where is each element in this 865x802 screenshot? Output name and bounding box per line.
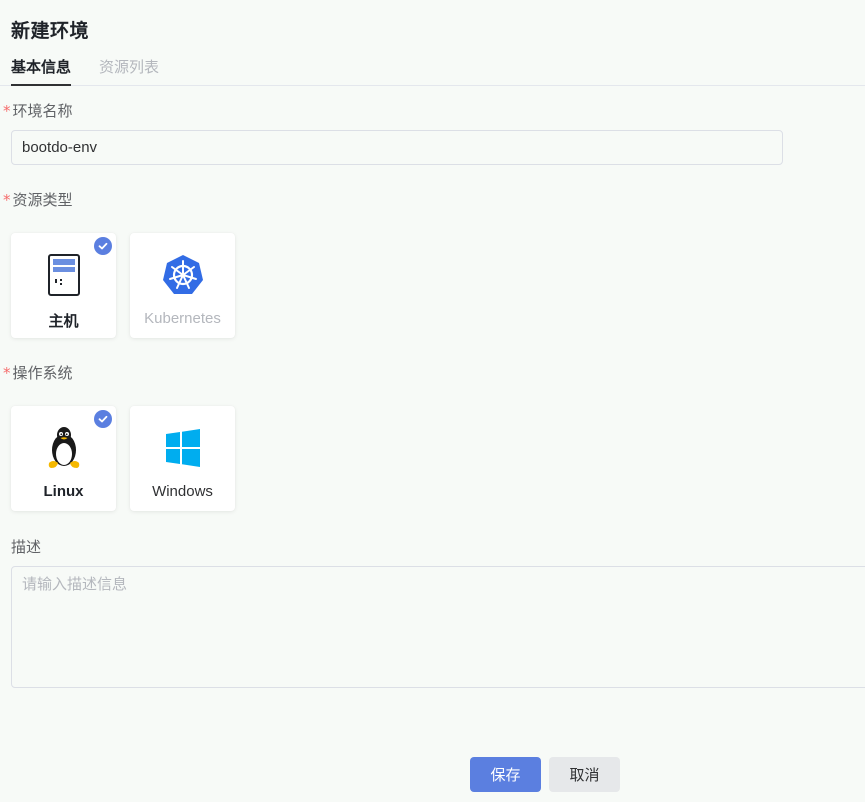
check-icon	[98, 242, 108, 250]
required-mark: *	[3, 191, 11, 209]
env-name-input[interactable]	[11, 130, 783, 165]
save-button[interactable]: 保存	[470, 757, 541, 792]
description-label: 描述	[11, 538, 42, 556]
os-card-label: Windows	[152, 483, 213, 500]
resource-type-card-label: Kubernetes	[144, 310, 221, 327]
resource-type-card-label: 主机	[48, 313, 79, 330]
resource-type-label: * 资源类型	[3, 189, 73, 210]
required-mark: *	[3, 364, 11, 382]
required-mark: *	[3, 102, 11, 120]
server-icon	[47, 254, 80, 296]
os-label-text: 操作系统	[12, 364, 73, 382]
windows-icon	[165, 429, 200, 467]
description-textarea[interactable]	[11, 566, 865, 688]
os-card-windows[interactable]: Windows	[130, 406, 235, 511]
env-name-label-text: 环境名称	[12, 102, 73, 120]
resource-type-card-kubernetes[interactable]: Kubernetes	[130, 233, 235, 338]
tab-basic-info[interactable]: 基本信息	[11, 56, 72, 86]
cancel-button[interactable]: 取消	[549, 757, 620, 792]
os-card-linux[interactable]: Linux	[11, 406, 116, 511]
resource-type-card-host[interactable]: 主机	[11, 233, 116, 338]
os-card-label: Linux	[43, 483, 84, 500]
page-title: 新建环境	[11, 20, 90, 42]
check-icon	[98, 415, 108, 423]
kubernetes-icon	[162, 255, 203, 294]
os-label: * 操作系统	[3, 362, 73, 383]
tab-resource-list[interactable]: 资源列表	[99, 56, 159, 84]
linux-tux-icon	[48, 427, 79, 468]
tab-bar: 基本信息 资源列表	[0, 56, 865, 86]
resource-type-label-text: 资源类型	[12, 191, 73, 209]
env-name-label: * 环境名称	[3, 100, 73, 121]
